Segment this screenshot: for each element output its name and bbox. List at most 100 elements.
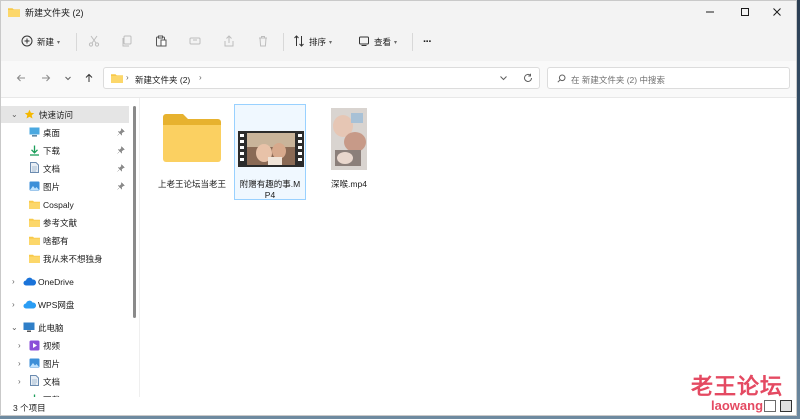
sidebar-item-label: 图片 (43, 358, 61, 369)
file-name: 上老王论坛当老王 (158, 179, 227, 189)
search-input[interactable]: 在 新建文件夹 (2) 中搜索 (547, 67, 790, 89)
sidebar-item-pc-pictures[interactable]: › 图片 (1, 355, 129, 372)
share-button[interactable] (223, 33, 235, 51)
close-button[interactable] (761, 1, 793, 23)
folder-icon (161, 113, 223, 165)
sidebar-item-label: 图片 (43, 181, 61, 192)
command-bar: 新建 ▾ 排序 ▾ 查看 ▾ ··· (1, 23, 796, 62)
folder-icon (111, 73, 123, 85)
more-options-button[interactable]: ··· (423, 33, 432, 51)
folder-icon (29, 236, 40, 247)
sidebar-item-videos[interactable]: › 视频 (1, 337, 129, 354)
sidebar-item-this-pc[interactable]: ⌄ 此电脑 (1, 319, 129, 336)
video-icon (29, 340, 40, 353)
view-button[interactable]: 查看 ▾ (358, 33, 397, 51)
cloud-icon (23, 300, 37, 311)
status-bar: 3 个项目 (1, 397, 796, 415)
sidebar-item-folder[interactable]: 我从来不想独身 (1, 250, 129, 267)
chevron-right-icon[interactable]: › (18, 359, 21, 368)
chevron-down-icon: ▾ (394, 39, 398, 46)
scissors-icon (88, 35, 100, 49)
sidebar-item-cospaly[interactable]: Cospaly (1, 196, 129, 213)
forward-button[interactable] (37, 70, 55, 88)
back-button[interactable] (12, 70, 30, 88)
sidebar-item-onedrive[interactable]: › OneDrive (1, 273, 129, 290)
file-list: 上老王论坛当老王 附赠有趣的事.MP4 深喉.mp4 (141, 98, 796, 397)
sidebar-item-label: 此电脑 (38, 322, 64, 333)
sidebar-item-label: 快速访问 (39, 109, 74, 120)
sort-button[interactable]: 排序 ▾ (293, 33, 332, 51)
chevron-right-icon[interactable]: › (12, 300, 15, 309)
divider (283, 33, 284, 51)
view-label: 查看 (374, 37, 392, 47)
title-bar: 新建文件夹 (2) (1, 1, 796, 23)
pin-icon (117, 163, 125, 174)
chevron-down-icon[interactable]: ⌄ (11, 110, 18, 119)
folder-icon (29, 218, 40, 229)
chevron-right-icon[interactable]: › (199, 73, 202, 82)
sidebar-item-references[interactable]: 参考文献 (1, 214, 129, 231)
breadcrumb[interactable]: 新建文件夹 (2) (135, 74, 190, 86)
sidebar-item-misc[interactable]: 啥都有 (1, 232, 129, 249)
sidebar-item-pictures[interactable]: 图片 (1, 178, 129, 195)
sidebar-item-documents[interactable]: 文档 (1, 160, 129, 177)
sidebar-item-label: WPS网盘 (38, 299, 75, 310)
file-item-video[interactable]: 深喉.mp4 (313, 105, 385, 201)
sidebar-item-label: Cospaly (43, 199, 74, 210)
pin-icon (117, 145, 125, 156)
chevron-down-icon[interactable]: ⌄ (11, 323, 18, 332)
navigation-pane: ⌄ 快速访问 桌面 下载 文档 图片 Cospaly 参考文献 啥都有 我从来不… (1, 98, 139, 397)
cut-button[interactable] (88, 33, 100, 51)
new-label: 新建 (37, 37, 55, 47)
chevron-right-icon[interactable]: › (12, 277, 15, 286)
watermark: 老王论坛 laowang (691, 369, 783, 413)
sidebar-item-label: 我从来不想独身 (43, 253, 103, 264)
download-icon (29, 145, 40, 158)
sidebar-item-downloads[interactable]: 下载 (1, 142, 129, 159)
copy-button[interactable] (121, 33, 133, 51)
navigation-bar: › 新建文件夹 (2) › 在 新建文件夹 (2) 中搜索 (1, 61, 796, 98)
recent-locations-button[interactable] (59, 70, 77, 88)
search-icon (557, 74, 566, 85)
arrow-left-icon (16, 73, 26, 85)
video-thumbnail-icon (238, 131, 304, 169)
sidebar-scrollbar[interactable] (133, 106, 136, 318)
refresh-icon[interactable] (523, 73, 533, 85)
chevron-right-icon[interactable]: › (18, 341, 21, 350)
sidebar-item-wps[interactable]: › WPS网盘 (1, 296, 129, 313)
sidebar-item-label: 啥都有 (43, 235, 69, 246)
delete-button[interactable] (257, 33, 269, 51)
search-placeholder: 在 新建文件夹 (2) 中搜索 (571, 75, 665, 85)
sidebar-item-label: 文档 (43, 163, 61, 174)
copy-icon (121, 35, 133, 49)
sidebar-item-pc-documents[interactable]: › 文档 (1, 373, 129, 390)
sort-label: 排序 (309, 37, 327, 47)
new-button[interactable]: 新建 ▾ (21, 33, 60, 51)
paste-button[interactable] (155, 33, 167, 51)
trash-icon (257, 35, 269, 49)
up-button[interactable] (80, 70, 98, 88)
file-name: 附赠有趣的事.MP4 (239, 179, 301, 200)
star-icon (24, 109, 35, 122)
sidebar-item-quick-access[interactable]: ⌄ 快速访问 (1, 106, 129, 123)
divider (412, 33, 413, 51)
maximize-button[interactable] (729, 1, 761, 23)
file-item-video[interactable]: 附赠有趣的事.MP4 (234, 104, 306, 200)
file-item-folder[interactable]: 上老王论坛当老王 (156, 105, 228, 201)
address-bar[interactable]: › 新建文件夹 (2) › (103, 67, 540, 89)
address-history-dropdown[interactable] (499, 74, 508, 84)
picture-icon (29, 358, 40, 370)
rename-button[interactable] (189, 33, 201, 51)
chevron-right-icon: › (126, 73, 129, 82)
minimize-button[interactable] (694, 1, 726, 23)
picture-icon (29, 181, 40, 193)
share-icon (223, 35, 235, 49)
file-name: 深喉.mp4 (331, 179, 367, 189)
sidebar-item-desktop[interactable]: 桌面 (1, 124, 129, 141)
divider (76, 33, 77, 51)
sidebar-item-label: 下载 (43, 145, 61, 156)
clipboard-icon (155, 35, 167, 49)
pin-icon (117, 181, 125, 192)
window-title: 新建文件夹 (2) (25, 8, 84, 18)
chevron-right-icon[interactable]: › (18, 377, 21, 386)
